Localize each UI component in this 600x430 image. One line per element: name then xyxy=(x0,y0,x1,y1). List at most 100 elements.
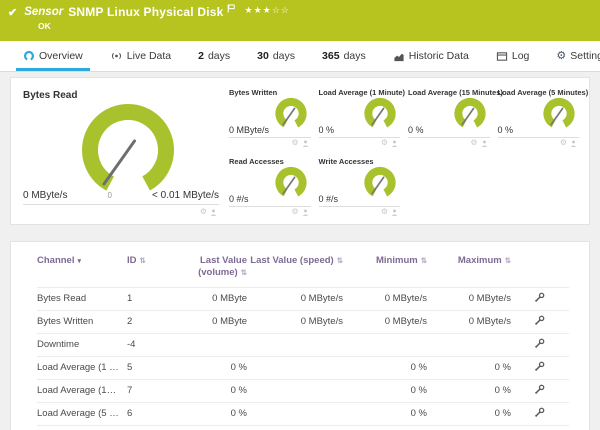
primary-gauge-dial xyxy=(82,104,174,196)
mini-gauge-bytes-written: Bytes Written 0 MByte/s ⚙ xyxy=(229,84,311,148)
cell-last-value-speed: 0 #/s xyxy=(247,424,343,430)
tab-30-days[interactable]: 30 days xyxy=(250,41,302,71)
table-header-row: Channel ▾ ID ⇅ Last Value (volume) ⇅ Last Valu… xyxy=(37,252,569,287)
cell-last-value-volume: 0 # xyxy=(163,424,247,430)
status-badge: OK xyxy=(38,21,51,31)
cell-last-value-speed xyxy=(247,332,343,357)
mini-gauge-value: 0 #/s xyxy=(318,194,339,204)
cell-minimum: 0 MByte/s xyxy=(343,286,427,311)
cell-id: 1 xyxy=(127,286,163,311)
gear-icon[interactable]: ⚙ xyxy=(200,208,207,216)
rating-stars[interactable]: ★★★☆☆ xyxy=(245,5,290,16)
mini-gauge-dial xyxy=(274,166,307,199)
tab-overview[interactable]: Overview xyxy=(16,41,90,71)
cell-channel[interactable]: Read Accesses xyxy=(37,424,127,430)
flag-icon[interactable] xyxy=(227,0,235,18)
gauge-needle xyxy=(281,176,295,195)
person-icon[interactable] xyxy=(391,208,398,216)
tab-2-days[interactable]: 2 days xyxy=(191,41,237,71)
person-icon[interactable] xyxy=(302,208,309,216)
person-icon[interactable] xyxy=(302,139,309,147)
table-row-load-average-1-minute: Load Average (1 Minute)50 %0 %0 % xyxy=(37,355,569,380)
cell-actions xyxy=(511,355,569,380)
person-icon[interactable] xyxy=(210,208,217,216)
tab-settings[interactable]: ⚙Settings xyxy=(549,41,600,71)
column-header-actions xyxy=(511,252,569,287)
table-row-load-average-5-minutes: Load Average (5 Minutes)60 %0 %0 % xyxy=(37,401,569,426)
gear-icon[interactable]: ⚙ xyxy=(470,139,477,147)
sort-icon: ⇅ xyxy=(240,268,247,278)
cell-channel[interactable]: Load Average (15 Minutes) xyxy=(37,378,127,403)
gear-icon[interactable]: ⚙ xyxy=(291,139,298,147)
tab-365-days[interactable]: 365 days xyxy=(315,41,373,71)
column-header-last-value-volume[interactable]: Last Value (volume) ⇅ xyxy=(163,252,247,287)
cell-actions xyxy=(511,332,569,357)
tab-label: Historic Data xyxy=(408,50,469,62)
tab-label: Live Data xyxy=(126,50,172,62)
gear-icon[interactable]: ⚙ xyxy=(560,139,567,147)
edit-channel-icon[interactable] xyxy=(534,384,545,395)
gear-icon[interactable]: ⚙ xyxy=(291,208,298,216)
log-icon xyxy=(496,51,507,61)
mini-gauge-load-average-1-minute: Load Average (1 Minute) 0 % ⚙ xyxy=(318,84,405,148)
mini-gauge-load-average-15-minutes: Load Average (15 Minutes) 0 % ⚙ xyxy=(408,84,503,148)
column-header-id[interactable]: ID ⇅ xyxy=(127,252,163,287)
column-header-maximum[interactable]: Maximum ⇅ xyxy=(427,252,511,287)
cell-channel[interactable]: Bytes Written xyxy=(37,309,127,334)
cell-maximum: 0 % xyxy=(427,355,511,380)
gauge-needle xyxy=(371,107,385,126)
cell-channel[interactable]: Load Average (1 Minute) xyxy=(37,355,127,380)
gauge-needle xyxy=(371,176,385,195)
channel-table-panel: Channel ▾ ID ⇅ Last Value (volume) ⇅ Last Valu… xyxy=(10,241,590,430)
person-icon[interactable] xyxy=(570,139,577,147)
tab-log[interactable]: Log xyxy=(489,41,537,71)
gear-icon[interactable]: ⚙ xyxy=(381,139,388,147)
mini-gauge-dial xyxy=(274,97,307,130)
person-icon[interactable] xyxy=(391,139,398,147)
mini-gauge-value: 0 % xyxy=(318,125,335,135)
sort-icon: ▾ xyxy=(77,258,81,265)
cell-id: 5 xyxy=(127,355,163,380)
cell-last-value-speed: 0 MByte/s xyxy=(247,286,343,311)
gauge-needle xyxy=(281,107,295,126)
sort-icon: ⇅ xyxy=(139,256,146,265)
mini-gauge-value: 0 % xyxy=(497,125,514,135)
edit-channel-icon[interactable] xyxy=(534,315,545,326)
edit-channel-icon[interactable] xyxy=(534,338,545,349)
cell-channel[interactable]: Bytes Read xyxy=(37,286,127,311)
primary-gauge-label: Bytes Read xyxy=(23,90,78,101)
sort-icon: ⇅ xyxy=(504,256,511,265)
live-data-icon xyxy=(111,52,121,60)
cell-maximum: 0 #/s xyxy=(427,424,511,430)
historic-data-chart-icon xyxy=(394,53,404,61)
cell-maximum: 0 % xyxy=(427,378,511,403)
mini-gauge-dial xyxy=(364,166,396,199)
tab-historic-data[interactable]: Historic Data xyxy=(386,41,476,71)
cell-last-value-volume xyxy=(163,332,247,357)
tab-live-data[interactable]: Live Data xyxy=(103,41,178,71)
cell-maximum: 0 MByte/s xyxy=(427,286,511,311)
table-row-read-accesses: Read Accesses30 #0 #/s0 #/s0 #/s xyxy=(37,424,569,430)
edit-channel-icon[interactable] xyxy=(534,292,545,303)
column-header-minimum[interactable]: Minimum ⇅ xyxy=(343,252,427,287)
mini-gauge-value: 0 MByte/s xyxy=(229,125,270,135)
cell-minimum xyxy=(343,332,427,357)
overview-content: Bytes Read 0 MByte/s 0 < 0.01 MByte/s ⚙ … xyxy=(0,72,600,430)
edit-channel-icon[interactable] xyxy=(534,361,545,372)
gear-icon[interactable]: ⚙ xyxy=(381,208,388,216)
sensor-type-label: Sensor xyxy=(24,6,64,18)
column-header-channel[interactable]: Channel ▾ xyxy=(37,252,127,287)
cell-channel[interactable]: Load Average (5 Minutes) xyxy=(37,401,127,426)
person-icon[interactable] xyxy=(481,139,488,147)
cell-actions xyxy=(511,424,569,430)
cell-maximum: 0 % xyxy=(427,401,511,426)
cell-actions xyxy=(511,378,569,403)
column-header-last-value-speed[interactable]: Last Value (speed) ⇅ xyxy=(247,252,343,287)
cell-last-value-volume: 0 % xyxy=(163,378,247,403)
gauge-icon xyxy=(23,50,35,62)
mini-gauge-read-accesses: Read Accesses 0 #/s ⚙ xyxy=(229,153,311,217)
cell-maximum xyxy=(427,332,511,357)
cell-id: -4 xyxy=(127,332,163,357)
cell-channel[interactable]: Downtime xyxy=(37,332,127,357)
edit-channel-icon[interactable] xyxy=(534,407,545,418)
